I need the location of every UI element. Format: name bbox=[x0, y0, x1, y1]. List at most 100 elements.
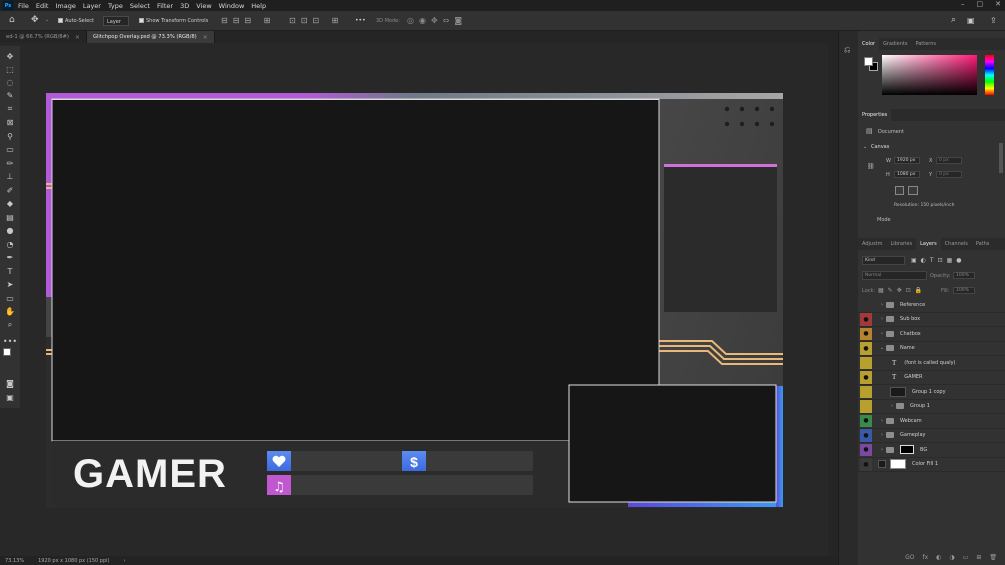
tab-gradients[interactable]: Gradients bbox=[879, 38, 911, 50]
lock-icons[interactable]: ▦✎✥⊡🔒 bbox=[878, 287, 926, 294]
hue-slider[interactable] bbox=[985, 55, 994, 95]
menu-help[interactable]: Help bbox=[251, 2, 266, 10]
tab-paths[interactable]: Paths bbox=[972, 238, 994, 250]
layer-row[interactable]: ● ⌄ Name bbox=[858, 342, 1005, 356]
expand-chevron-icon[interactable]: ⌄ bbox=[878, 345, 886, 351]
expand-chevron-icon[interactable]: › bbox=[878, 447, 886, 453]
fx-icon[interactable]: fx bbox=[923, 554, 929, 561]
3d-mode-icons[interactable]: ◎◉✥⇔◙ bbox=[407, 16, 467, 25]
close-icon[interactable]: × bbox=[203, 34, 208, 41]
path-select-tool-icon[interactable]: ➤ bbox=[4, 278, 16, 290]
layer-row[interactable]: ● Color Fill 1 bbox=[858, 458, 1005, 472]
expand-chevron-icon[interactable]: › bbox=[878, 316, 886, 322]
layer-row[interactable]: ● › Sub box bbox=[858, 313, 1005, 327]
type-tool-icon[interactable]: T bbox=[4, 265, 16, 277]
auto-select-checkbox[interactable] bbox=[58, 18, 63, 23]
visibility-eye-icon[interactable] bbox=[860, 356, 872, 369]
workspace-icon[interactable]: ▣ bbox=[967, 16, 975, 25]
portrait-orientation-icon[interactable] bbox=[895, 186, 904, 195]
visibility-eye-icon[interactable]: ● bbox=[860, 443, 872, 456]
visibility-eye-icon[interactable]: ● bbox=[860, 327, 872, 340]
chevron-down-icon[interactable]: ⌄ bbox=[45, 17, 49, 23]
stamp-tool-icon[interactable]: ⊥ bbox=[4, 170, 16, 182]
crop-tool-icon[interactable]: ⌗ bbox=[4, 103, 16, 115]
trash-icon[interactable]: 🗑 bbox=[989, 554, 997, 561]
tab-glitchpop-overlay[interactable]: Glitchpop Overlay.psd @ 73.3% (RGB/8) × bbox=[86, 31, 215, 43]
layer-row[interactable]: ● › Gameplay bbox=[858, 429, 1005, 443]
menu-filter[interactable]: Filter bbox=[157, 2, 173, 10]
properties-scrollbar[interactable] bbox=[999, 143, 1003, 173]
width-field[interactable]: 1920 px bbox=[894, 157, 920, 164]
menu-view[interactable]: View bbox=[196, 2, 211, 10]
menu-layer[interactable]: Layer bbox=[83, 2, 101, 10]
rectangle-tool-icon[interactable]: ▭ bbox=[4, 292, 16, 304]
foreground-color-swatch[interactable] bbox=[864, 57, 873, 66]
visibility-eye-icon[interactable] bbox=[860, 298, 872, 311]
move-tool-icon[interactable]: ✥ bbox=[31, 15, 39, 25]
layer-row[interactable]: › Group 1 bbox=[858, 400, 1005, 414]
transform-controls-checkbox[interactable] bbox=[139, 18, 144, 23]
color-picker-field[interactable] bbox=[882, 55, 977, 95]
visibility-eye-icon[interactable] bbox=[860, 400, 872, 413]
fill-field[interactable]: 100% bbox=[953, 287, 975, 294]
new-layer-icon[interactable]: ⊞ bbox=[976, 554, 981, 561]
layer-row[interactable]: T (font is called qualy) bbox=[858, 356, 1005, 371]
visibility-eye-icon[interactable] bbox=[860, 385, 872, 398]
minimize-button[interactable]: – bbox=[961, 0, 965, 8]
history-panel-icon[interactable]: ⎌ bbox=[844, 45, 850, 55]
tab-color[interactable]: Color bbox=[858, 38, 880, 50]
expand-chevron-icon[interactable]: › bbox=[878, 331, 886, 337]
lasso-tool-icon[interactable]: ◌ bbox=[4, 76, 16, 88]
visibility-eye-icon[interactable]: ● bbox=[860, 342, 872, 355]
screen-mode-icon[interactable]: ▣ bbox=[4, 391, 16, 403]
adjustment-icon[interactable]: ◑ bbox=[949, 554, 954, 561]
expand-chevron-icon[interactable]: › bbox=[888, 403, 896, 409]
mask-icon[interactable]: ◐ bbox=[936, 554, 941, 561]
expand-chevron-icon[interactable]: › bbox=[878, 432, 886, 438]
canvas-area[interactable]: GAMER $ ♫ bbox=[20, 43, 838, 556]
visibility-eye-icon[interactable]: ● bbox=[860, 429, 872, 442]
close-window-button[interactable]: ✕ bbox=[995, 0, 1001, 8]
tab-libraries[interactable]: Libraries bbox=[887, 238, 917, 250]
foreground-color-swatch[interactable] bbox=[3, 348, 11, 356]
group-icon[interactable]: ▭ bbox=[963, 554, 969, 561]
layer-filter-icons[interactable]: ▣◐T⊡▦● bbox=[911, 257, 966, 264]
visibility-eye-icon[interactable]: ● bbox=[860, 371, 872, 384]
home-icon[interactable]: ⌂ bbox=[9, 15, 15, 25]
frame-tool-icon[interactable]: ⊠ bbox=[4, 116, 16, 128]
layer-row[interactable]: ● T GAMER bbox=[858, 371, 1005, 385]
expand-chevron-icon[interactable]: › bbox=[878, 302, 886, 308]
zoom-level[interactable]: 73.13% bbox=[5, 558, 24, 564]
tab-adjustments[interactable]: Adjustm bbox=[858, 238, 887, 250]
tab-channels[interactable]: Channels bbox=[941, 238, 972, 250]
more-options-button[interactable]: ••• bbox=[355, 17, 366, 24]
layer-row[interactable]: ● › BG bbox=[858, 443, 1005, 458]
height-field[interactable]: 1080 px bbox=[894, 171, 920, 178]
move-tool-icon[interactable]: ✥ bbox=[4, 50, 16, 62]
history-brush-tool-icon[interactable]: ✐ bbox=[4, 184, 16, 196]
visibility-eye-icon[interactable]: ● bbox=[860, 414, 872, 427]
blend-mode-dropdown[interactable]: Normal bbox=[862, 271, 927, 280]
landscape-orientation-icon[interactable] bbox=[908, 186, 918, 195]
status-arrow-icon[interactable]: › bbox=[123, 558, 125, 564]
kind-filter-dropdown[interactable]: Kind bbox=[862, 256, 905, 265]
document-canvas[interactable]: GAMER $ ♫ bbox=[20, 43, 838, 556]
align-icons[interactable]: ⊟⊟⊟ ⊞ bbox=[221, 16, 275, 25]
vertical-scrollbar[interactable] bbox=[828, 43, 838, 556]
visibility-eye-icon[interactable]: ● bbox=[860, 313, 872, 326]
x-field[interactable]: 0 px bbox=[936, 157, 962, 164]
menu-select[interactable]: Select bbox=[130, 2, 150, 10]
menu-edit[interactable]: Edit bbox=[36, 2, 49, 10]
eraser-tool-icon[interactable]: ◆ bbox=[4, 197, 16, 209]
brush-tool-icon[interactable]: ✏ bbox=[4, 157, 16, 169]
menu-type[interactable]: Type bbox=[108, 2, 123, 10]
quick-mask-icon[interactable]: ◙ bbox=[4, 377, 16, 389]
marquee-tool-icon[interactable]: ⬚ bbox=[4, 63, 16, 75]
gradient-tool-icon[interactable]: ▤ bbox=[4, 211, 16, 223]
y-field[interactable]: 0 px bbox=[936, 171, 962, 178]
quick-select-tool-icon[interactable]: ✎ bbox=[4, 89, 16, 101]
search-icon[interactable]: ⌕ bbox=[951, 15, 956, 25]
blur-tool-icon[interactable]: ● bbox=[4, 224, 16, 236]
menu-image[interactable]: Image bbox=[55, 2, 75, 10]
expand-chevron-icon[interactable]: › bbox=[878, 418, 886, 424]
